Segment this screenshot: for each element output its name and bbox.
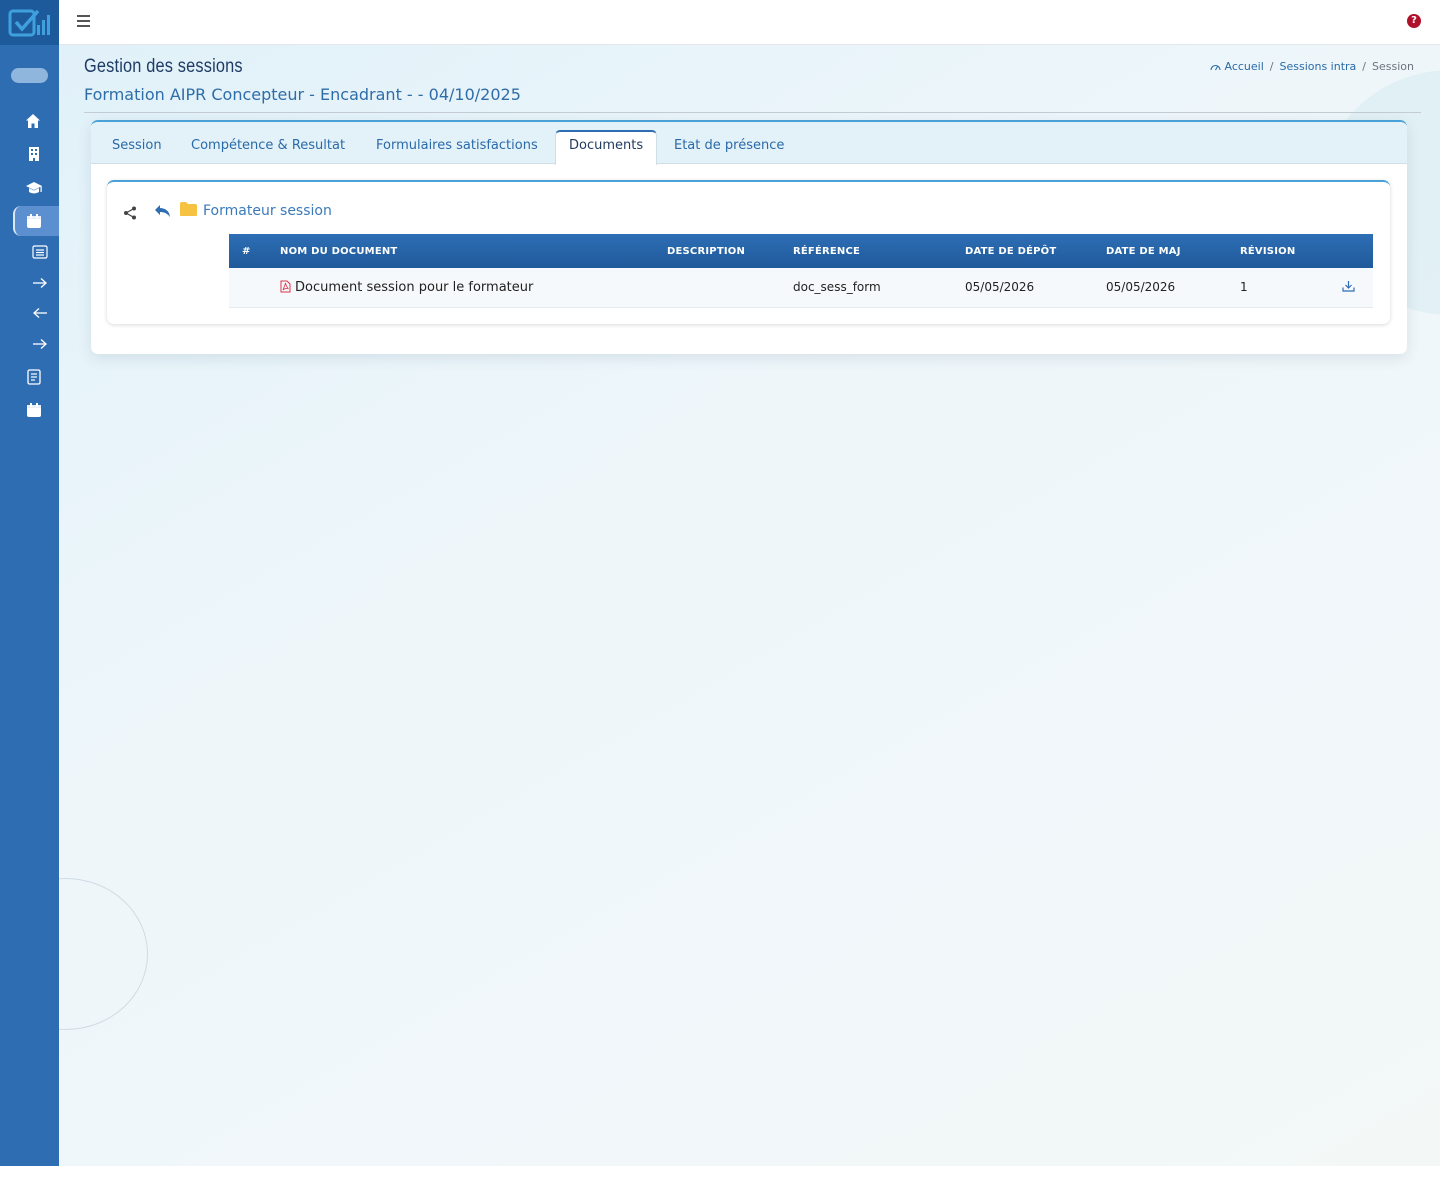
tab-formulaires-satisfactions[interactable]: Formulaires satisfactions (363, 132, 551, 164)
tab-etat-presence[interactable]: Etat de présence (661, 132, 797, 164)
background-circle (59, 878, 148, 1030)
cell-description (654, 268, 780, 308)
calendar-icon (27, 403, 41, 417)
cell-deposit-date: 05/05/2026 (952, 268, 1093, 308)
sidebar-item-arrow-in[interactable] (31, 275, 49, 291)
column-header-reference[interactable]: RÉFÉRENCE (780, 234, 952, 268)
table-header-row: # NOM DU DOCUMENT DESCRIPTION RÉFÉRENCE … (229, 234, 1373, 268)
document-icon (27, 369, 41, 385)
tab-competence-resultat[interactable]: Compétence & Resultat (178, 132, 358, 164)
reply-back-icon[interactable] (154, 204, 171, 218)
app-logo[interactable] (0, 0, 59, 45)
graduation-cap-icon (26, 182, 42, 194)
tab-documents[interactable]: Documents (555, 130, 658, 165)
breadcrumb-separator: / (1269, 60, 1274, 73)
cell-reference: doc_sess_form (780, 268, 952, 308)
folder-icon[interactable] (179, 201, 198, 217)
column-header-deposit-date[interactable]: DATE DE DÉPÔT (952, 234, 1093, 268)
dashboard-icon (1210, 64, 1222, 71)
calendar-icon (27, 214, 41, 228)
sidebar-item-sessions[interactable] (25, 212, 43, 230)
tab-session[interactable]: Session (99, 132, 175, 164)
documents-table: # NOM DU DOCUMENT DESCRIPTION RÉFÉRENCE … (229, 234, 1373, 308)
logo-icon (8, 9, 50, 36)
sidebar-item-arrow-back[interactable] (31, 305, 49, 321)
hamburger-menu-icon[interactable] (77, 15, 90, 27)
pdf-file-icon (280, 280, 291, 293)
list-icon (32, 245, 48, 259)
folder-name[interactable]: Formateur session (203, 203, 332, 219)
column-header-number: # (242, 245, 251, 257)
column-header-update-date[interactable]: DATE DE MAJ (1093, 234, 1227, 268)
home-icon (26, 114, 40, 128)
cell-actions (1323, 268, 1373, 308)
breadcrumb-separator: / (1362, 60, 1367, 73)
table-row[interactable]: Document session pour le formateur doc_s… (229, 268, 1373, 308)
cell-name[interactable]: Document session pour le formateur (267, 268, 654, 308)
cell-number (229, 268, 267, 308)
sidebar-item-arrow-out[interactable] (31, 336, 49, 352)
page-subtitle: Formation AIPR Concepteur - Encadrant - … (84, 85, 521, 104)
sidebar-item-list[interactable] (31, 243, 49, 261)
column-header-description[interactable]: DESCRIPTION (654, 234, 780, 268)
header-divider (84, 112, 1421, 113)
breadcrumb: Accueil / Sessions intra / Session (1210, 60, 1414, 73)
building-icon (29, 147, 39, 161)
sidebar-item-documents[interactable] (25, 368, 43, 386)
column-header-actions (1323, 234, 1373, 268)
sidebar-toggle[interactable] (11, 68, 48, 83)
share-icon[interactable] (123, 206, 137, 220)
column-header-revision[interactable]: RÉVISION (1227, 234, 1323, 268)
sidebar-item-training[interactable] (24, 179, 44, 197)
main-content: Gestion des sessions Formation AIPR Conc… (59, 45, 1440, 1166)
arrow-right-icon (33, 278, 47, 288)
topbar: ? (59, 0, 1440, 45)
breadcrumb-sessions[interactable]: Sessions intra (1279, 60, 1356, 73)
sidebar-item-home[interactable] (24, 112, 42, 130)
sidebar-item-building[interactable] (25, 145, 43, 163)
footer (0, 1166, 1440, 1200)
help-icon[interactable]: ? (1407, 14, 1421, 28)
document-name[interactable]: Document session pour le formateur (295, 280, 533, 295)
arrow-left-icon (33, 308, 47, 318)
download-icon[interactable] (1341, 280, 1355, 292)
column-header-name[interactable]: NOM DU DOCUMENT (267, 234, 654, 268)
sidebar (0, 0, 59, 1166)
page-title: Gestion des sessions (84, 56, 243, 77)
session-card: Session Compétence & Resultat Formulaire… (91, 120, 1407, 354)
documents-panel: Formateur session # NOM DU DOCUMENT DESC… (107, 180, 1390, 324)
breadcrumb-home[interactable]: Accueil (1224, 60, 1263, 73)
arrow-right-icon (33, 339, 47, 349)
cell-update-date: 05/05/2026 (1093, 268, 1227, 308)
tab-bar: Session Compétence & Resultat Formulaire… (91, 122, 1407, 165)
sidebar-item-calendar[interactable] (25, 401, 43, 419)
breadcrumb-current: Session (1372, 60, 1414, 73)
cell-revision: 1 (1227, 268, 1323, 308)
